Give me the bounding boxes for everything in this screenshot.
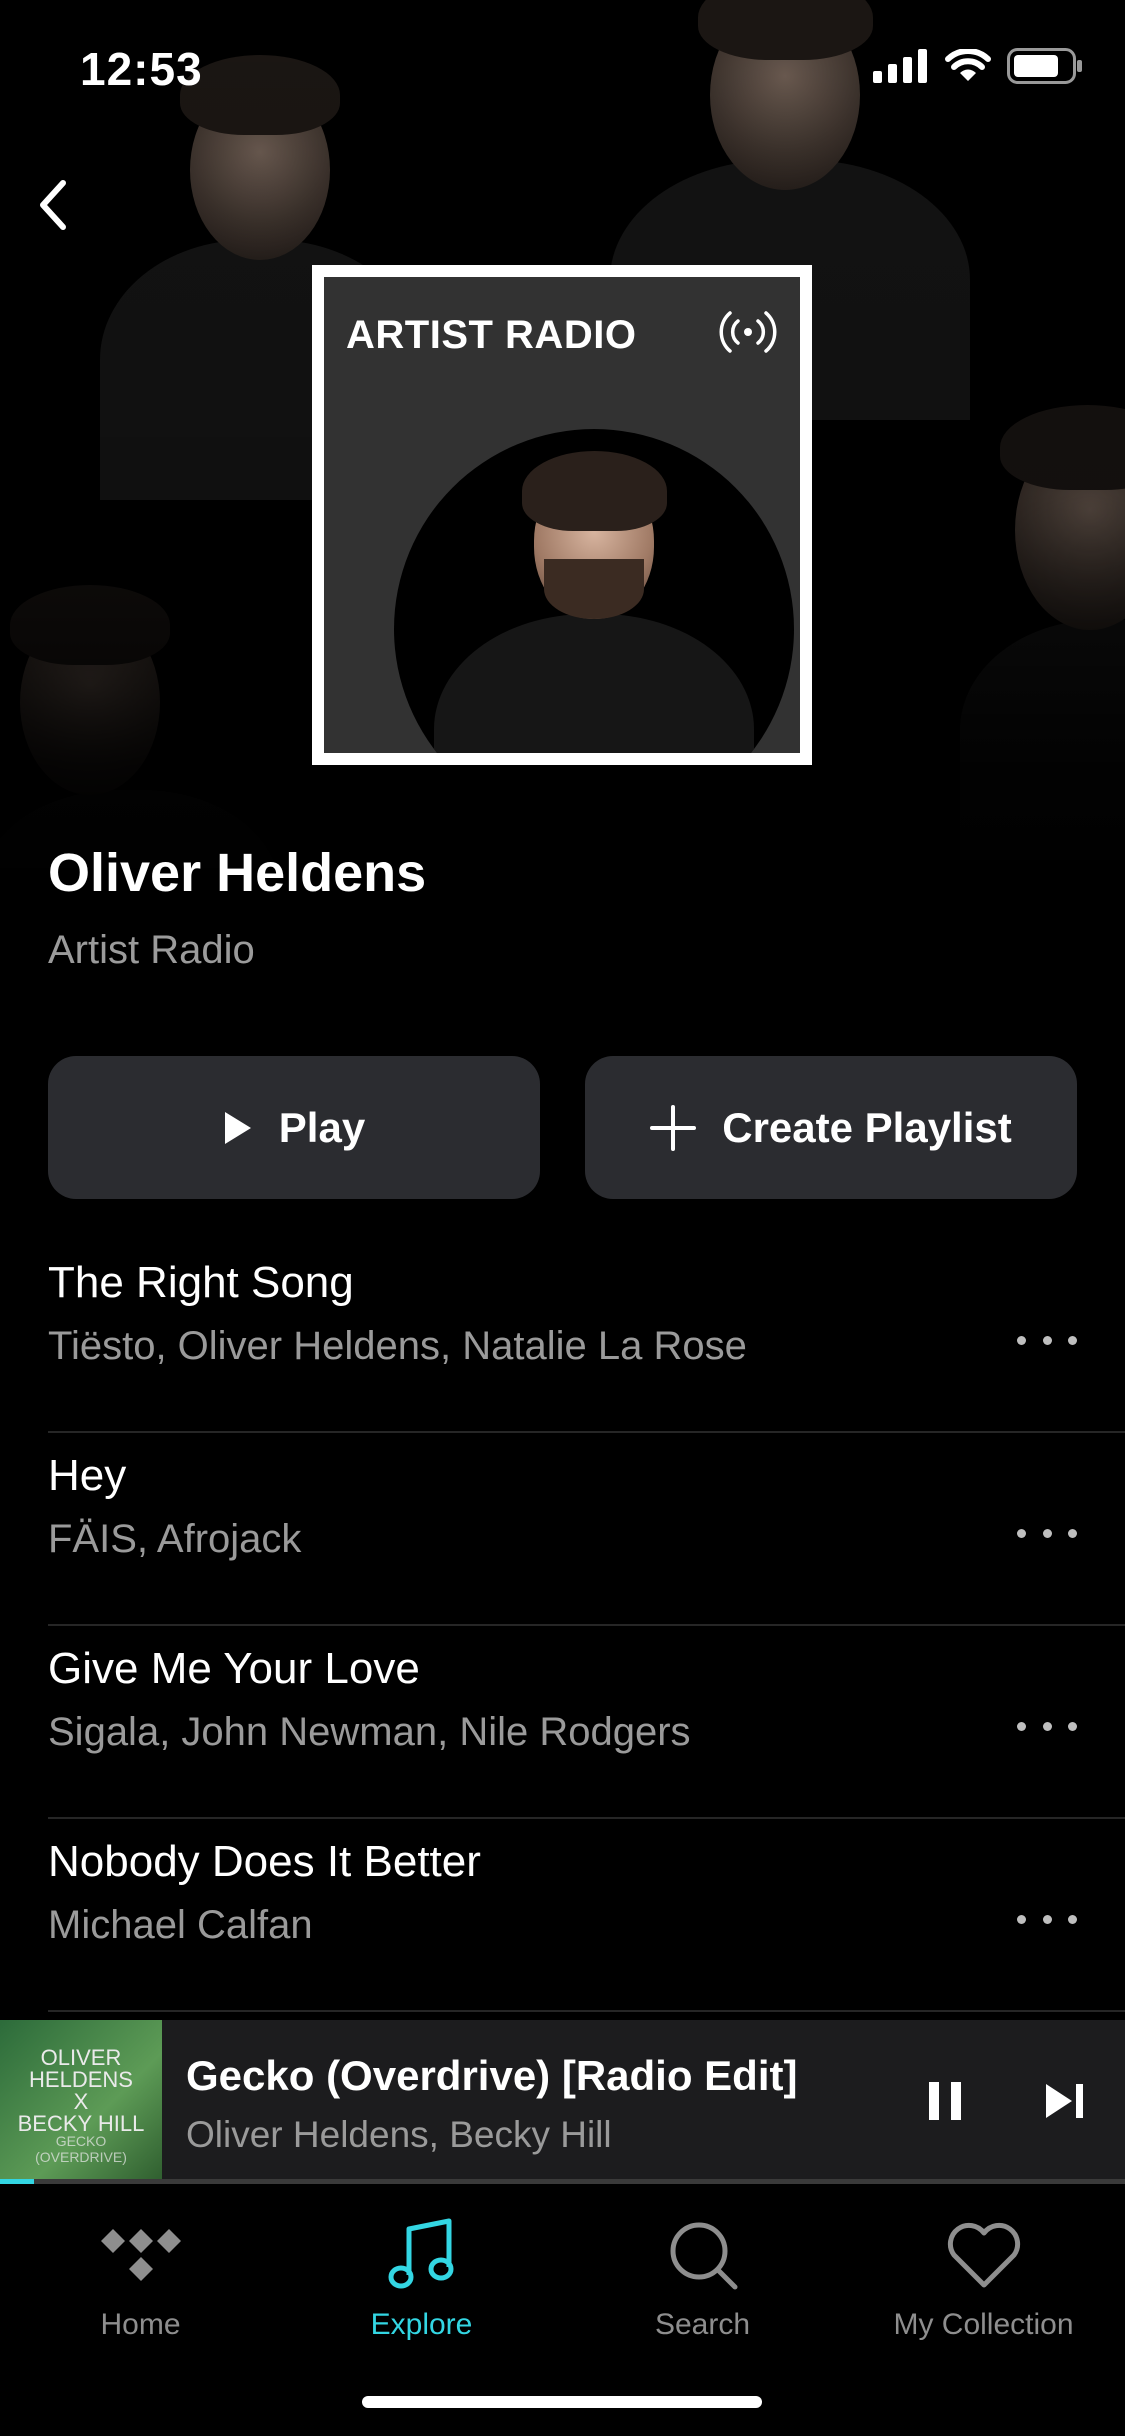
pause-icon bbox=[929, 2082, 939, 2120]
tab-home[interactable]: Home bbox=[0, 2210, 281, 2342]
artwork-text: OLIVER bbox=[40, 2045, 122, 2070]
more-options-icon[interactable] bbox=[1017, 1513, 1077, 1553]
mini-player[interactable]: OLIVER HELDENS X BECKY HILL GECKO (OVERD… bbox=[0, 2020, 1125, 2184]
artwork-text: BECKY HILL bbox=[17, 2111, 145, 2136]
pause-icon-bar bbox=[951, 2082, 961, 2120]
tidal-logo-icon bbox=[100, 2229, 181, 2281]
artist-subtitle: Artist Radio bbox=[48, 928, 255, 972]
tab-search[interactable]: Search bbox=[562, 2210, 843, 2342]
heart-icon bbox=[947, 2222, 1020, 2288]
artist-name: Oliver Heldens bbox=[48, 843, 427, 903]
broadcast-icon bbox=[719, 311, 777, 353]
tab-label: Explore bbox=[370, 2308, 473, 2341]
tab-label: Home bbox=[100, 2308, 181, 2341]
search-icon bbox=[670, 2222, 737, 2290]
now-playing-title: Gecko (Overdrive) [Radio Edit] bbox=[186, 2052, 798, 2099]
track-artists: Michael Calfan bbox=[48, 1903, 313, 1947]
list-item[interactable]: Give Me Your Love Sigala, John Newman, N… bbox=[48, 1626, 1125, 1819]
now-playing-artwork: OLIVER HELDENS X BECKY HILL GECKO (OVERD… bbox=[0, 2020, 162, 2182]
track-list: The Right Song Tiësto, Oliver Heldens, N… bbox=[48, 1240, 1125, 2012]
artwork-text: (OVERDRIVE) bbox=[35, 2149, 127, 2165]
chevron-left-icon bbox=[40, 180, 66, 230]
play-button[interactable]: Play bbox=[48, 1056, 540, 1199]
more-options-icon[interactable] bbox=[1017, 1320, 1077, 1360]
battery-icon bbox=[1007, 48, 1082, 84]
list-item[interactable]: The Right Song Tiësto, Oliver Heldens, N… bbox=[48, 1240, 1125, 1433]
artist-portrait bbox=[394, 429, 794, 753]
more-options-icon[interactable] bbox=[1017, 1706, 1077, 1746]
status-time: 12:53 bbox=[80, 43, 203, 95]
track-artists: Sigala, John Newman, Nile Rodgers bbox=[48, 1710, 691, 1754]
track-title: Give Me Your Love bbox=[48, 1644, 420, 1693]
playback-progress-fill bbox=[0, 2179, 34, 2184]
now-playing-artists: Oliver Heldens, Becky Hill bbox=[186, 2114, 612, 2155]
track-title: The Right Song bbox=[48, 1258, 354, 1307]
artwork-text: X bbox=[73, 2089, 89, 2114]
home-indicator bbox=[362, 2396, 762, 2408]
more-options-icon[interactable] bbox=[1017, 1899, 1077, 1939]
track-title: Hey bbox=[48, 1451, 127, 1500]
cellular-signal-icon bbox=[873, 49, 927, 83]
artwork-text: HELDENS bbox=[29, 2067, 133, 2092]
list-item[interactable]: Nobody Does It Better Michael Calfan bbox=[48, 1819, 1125, 2012]
tab-my-collection[interactable]: My Collection bbox=[843, 2210, 1124, 2342]
create-playlist-label: Create Playlist bbox=[722, 1103, 1012, 1151]
track-title: Nobody Does It Better bbox=[48, 1837, 481, 1886]
create-playlist-button[interactable]: Create Playlist bbox=[585, 1056, 1077, 1199]
tab-label: Search bbox=[654, 2308, 751, 2341]
playback-progress[interactable] bbox=[0, 2179, 1125, 2184]
play-button-label: Play bbox=[278, 1103, 366, 1151]
list-item[interactable]: Hey FÄIS, Afrojack bbox=[48, 1433, 1125, 1626]
back-button[interactable] bbox=[18, 170, 88, 240]
music-note-icon bbox=[388, 2218, 453, 2289]
play-icon bbox=[224, 1111, 251, 1144]
track-artists: Tiësto, Oliver Heldens, Natalie La Rose bbox=[48, 1324, 747, 1368]
artwork-text: GECKO bbox=[55, 2133, 107, 2149]
tab-explore[interactable]: Explore bbox=[281, 2210, 562, 2342]
artist-radio-artwork: ARTIST RADIO bbox=[312, 265, 812, 765]
wifi-icon bbox=[945, 49, 991, 81]
plus-icon bbox=[650, 1104, 697, 1151]
track-artists: FÄIS, Afrojack bbox=[48, 1517, 302, 1561]
pause-button[interactable] bbox=[920, 2076, 970, 2126]
skip-next-icon[interactable] bbox=[1040, 2076, 1090, 2126]
tab-label: My Collection bbox=[893, 2308, 1074, 2341]
status-icons bbox=[873, 48, 1083, 84]
artwork-title: ARTIST RADIO bbox=[346, 313, 637, 357]
